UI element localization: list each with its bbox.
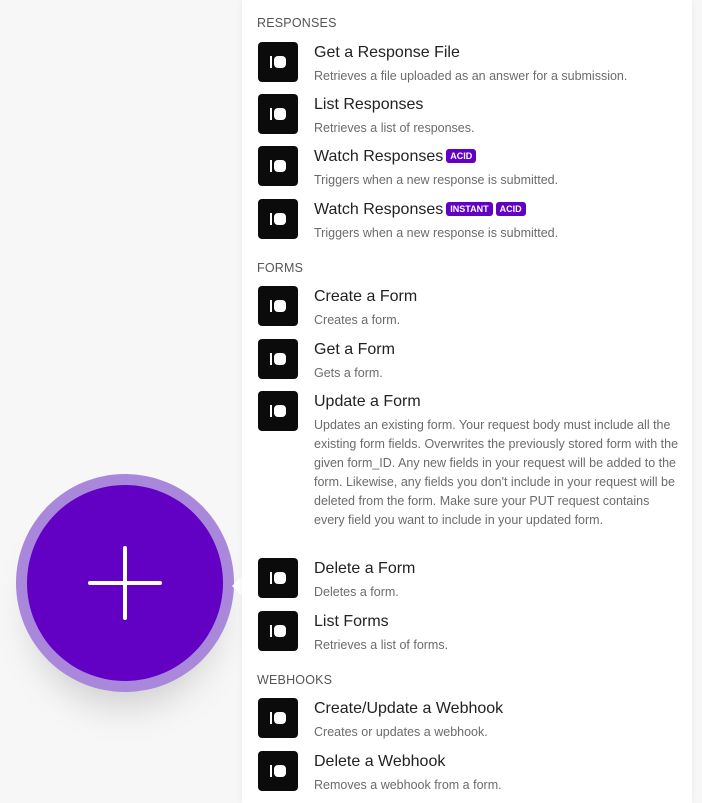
item-description: Retrieves a file uploaded as an answer f… <box>314 69 628 83</box>
item-title: Delete a Webhook <box>314 753 446 770</box>
panel-pointer <box>232 576 242 596</box>
typeform-icon <box>258 391 298 431</box>
item-description: Triggers when a new response is submitte… <box>314 173 559 187</box>
acid-badge: ACID <box>446 149 477 163</box>
item-title: Create/Update a Webhook <box>314 700 504 717</box>
typeform-icon <box>258 611 298 651</box>
item-description: Triggers when a new response is submitte… <box>314 226 559 240</box>
item-title: List Forms <box>314 613 389 630</box>
item-title: Watch Responses <box>314 201 444 218</box>
item-description: Retrieves a list of responses. <box>314 121 475 135</box>
item-description: Creates or updates a webhook. <box>314 725 488 739</box>
item-description: Creates a form. <box>314 313 401 327</box>
typeform-icon <box>258 146 298 186</box>
item-description: Removes a webhook from a form. <box>314 778 502 792</box>
typeform-icon <box>258 199 298 239</box>
acid-badge: ACID <box>495 202 526 216</box>
item-title: List Responses <box>314 96 424 113</box>
item-title: Watch Responses <box>314 148 444 165</box>
item-description: Retrieves a list of forms. <box>314 638 449 652</box>
item-title: Get a Form <box>314 341 395 358</box>
typeform-icon <box>258 751 298 791</box>
item-title: Get a Response File <box>314 44 460 61</box>
item-title: Update a Form <box>314 393 421 410</box>
section-header-responses: RESPONSES <box>257 16 337 30</box>
item-title: Delete a Form <box>314 560 416 577</box>
section-header-webhooks: WEBHOOKS <box>257 673 333 687</box>
item-description: Gets a form. <box>314 366 383 380</box>
instant-badge: INSTANT <box>446 202 493 216</box>
item-title: Create a Form <box>314 288 418 305</box>
item-description: Deletes a form. <box>314 585 399 599</box>
item-description: Updates an existing form. Your request b… <box>314 418 679 527</box>
canvas: RESPONSES Get a Response File Retrieves … <box>0 0 702 803</box>
add-module-ring <box>16 474 234 692</box>
typeform-icon <box>258 94 298 134</box>
typeform-icon <box>258 42 298 82</box>
module-list-panel: RESPONSES Get a Response File Retrieves … <box>242 0 692 803</box>
typeform-icon <box>258 558 298 598</box>
typeform-icon <box>258 698 298 738</box>
item-title-row: Watch Responses INSTANT ACID <box>314 200 526 220</box>
add-module-button[interactable] <box>27 485 223 681</box>
typeform-icon <box>258 339 298 379</box>
typeform-icon <box>258 286 298 326</box>
item-title-row: Watch Responses ACID <box>314 147 477 167</box>
section-header-forms: FORMS <box>257 261 304 275</box>
plus-icon-vertical <box>123 546 127 620</box>
